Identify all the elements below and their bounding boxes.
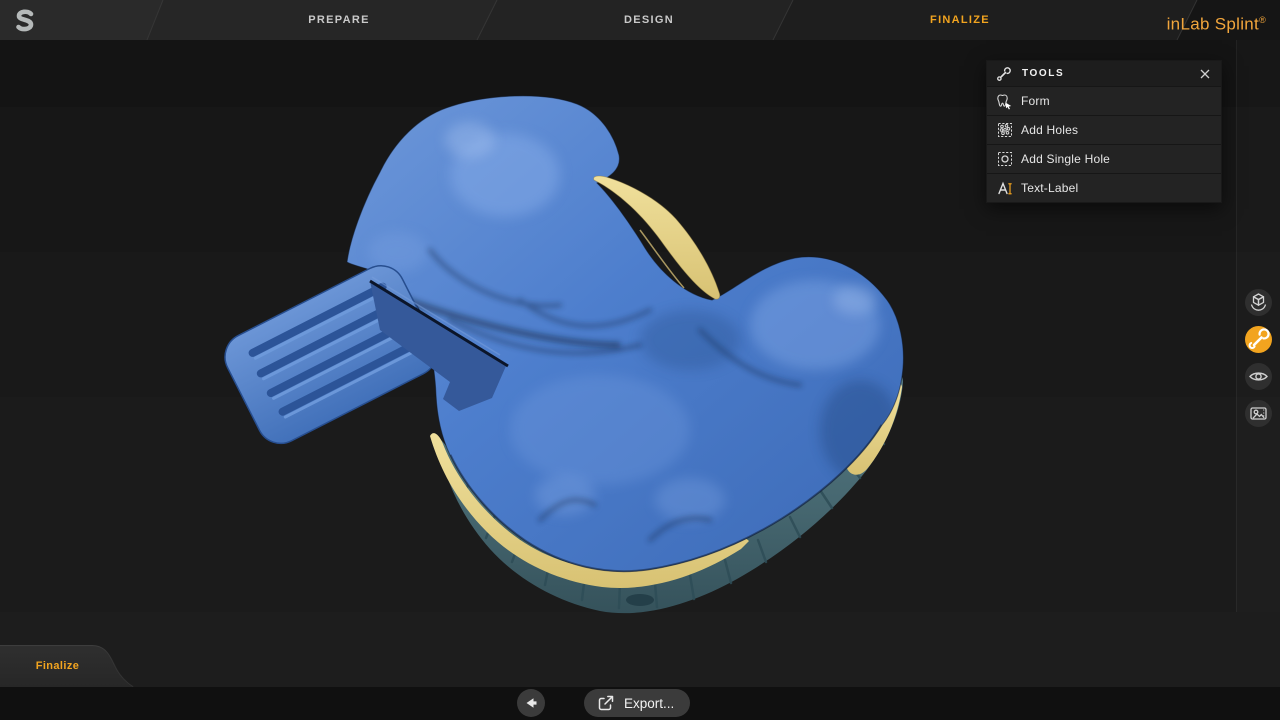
- tool-item-add-holes[interactable]: Add Holes: [987, 115, 1221, 144]
- export-button[interactable]: Export...: [584, 689, 690, 717]
- snapshot-image-icon: [1245, 400, 1272, 427]
- export-icon: [597, 694, 615, 712]
- back-arrow-icon: [517, 689, 545, 717]
- app-title-text: inLab Splint: [1167, 15, 1259, 34]
- snapshot-button[interactable]: [1245, 400, 1272, 427]
- stage-tab-label: Finalize: [0, 645, 115, 687]
- step-prepare[interactable]: PREPARE: [308, 0, 369, 40]
- tools-panel-title: TOOLS: [1022, 68, 1198, 79]
- back-button[interactable]: [517, 689, 545, 717]
- app-title: inLab Splint®: [1167, 0, 1266, 40]
- tools-panel-header: TOOLS: [987, 61, 1221, 86]
- view-options-button[interactable]: [1245, 289, 1272, 316]
- top-bar: PREPARE DESIGN FINALIZE inLab Splint®: [0, 0, 1280, 40]
- tool-item-label: Form: [1021, 94, 1050, 108]
- tool-item-label: Add Holes: [1021, 123, 1078, 137]
- tool-item-label: Text-Label: [1021, 181, 1078, 195]
- tool-item-add-single-hole[interactable]: Add Single Hole: [987, 144, 1221, 173]
- tools-button[interactable]: [1245, 326, 1272, 353]
- visibility-eye-icon: [1245, 363, 1272, 390]
- app-title-trademark: ®: [1259, 15, 1266, 25]
- form-tooth-icon: [996, 93, 1013, 110]
- export-button-label: Export...: [624, 696, 674, 711]
- stage-tab-finalize[interactable]: Finalize: [0, 645, 140, 687]
- add-single-hole-icon: [996, 151, 1013, 167]
- add-holes-icon: [996, 122, 1013, 138]
- step-finalize[interactable]: FINALIZE: [930, 0, 990, 40]
- tool-item-label: Add Single Hole: [1021, 152, 1110, 166]
- tools-wrench-icon: [1245, 326, 1272, 353]
- tool-item-text-label[interactable]: Text-Label: [987, 173, 1221, 202]
- view-options-cube-icon: [1245, 289, 1272, 316]
- app-window: TOOLS Form: [0, 0, 1280, 720]
- wrench-icon: [996, 66, 1012, 82]
- sirona-logo: [10, 5, 40, 35]
- visibility-button[interactable]: [1245, 363, 1272, 390]
- tool-item-form[interactable]: Form: [987, 86, 1221, 115]
- text-label-icon: [996, 180, 1013, 197]
- step-design[interactable]: DESIGN: [624, 0, 674, 40]
- close-icon[interactable]: [1198, 67, 1212, 81]
- tools-panel: TOOLS Form: [986, 60, 1222, 203]
